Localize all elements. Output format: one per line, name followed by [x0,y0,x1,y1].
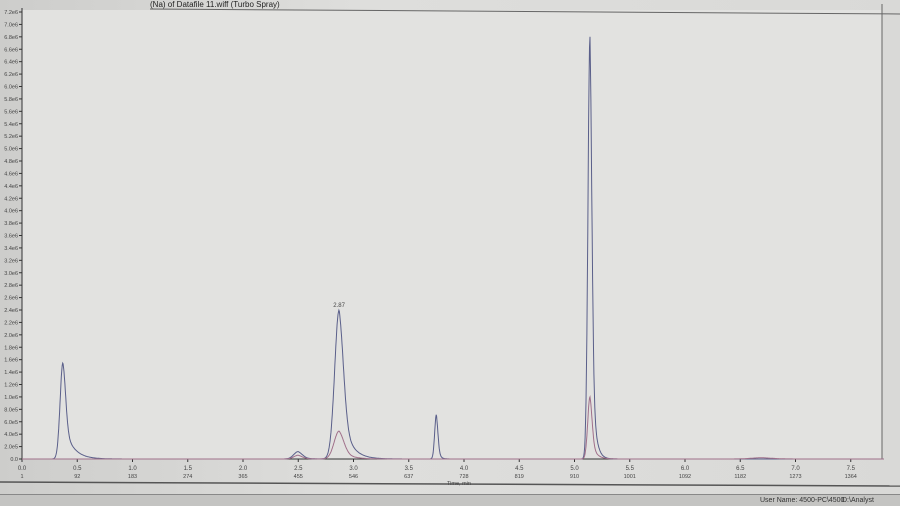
x-tick-label: 2.5 [294,466,303,472]
x-tick-label: 0.0 [18,466,27,472]
y-tick-label: 2.8e6 [4,283,18,289]
y-tick-label: 6.2e6 [4,72,18,78]
y-tick-label: 1.4e6 [4,370,18,376]
y-tick-label: 4.0e6 [4,209,18,215]
y-tick-label: 6.4e6 [4,60,18,66]
scan-tick-label: 365 [238,474,247,480]
y-tick-label: 3.8e6 [4,221,18,227]
y-tick-label: 1.6e6 [4,358,18,364]
y-tick-label: 5.2e6 [4,134,18,140]
x-tick-label: 3.0 [349,466,358,472]
scan-tick-label: 1273 [789,474,801,480]
y-tick-label: 4.0e5 [4,432,18,438]
x-tick-label: 5.0 [570,466,579,472]
x-tick-label: 7.0 [791,466,800,472]
x-tick-label: 6.0 [681,466,690,472]
y-tick-label: 2.4e6 [4,308,18,314]
y-tick-label: 8.0e5 [4,407,18,413]
plot-area [22,10,882,459]
y-tick-label: 6.0e6 [4,85,18,91]
scan-tick-label: 1092 [679,474,691,480]
y-tick-label: 5.4e6 [4,122,18,128]
x-axis-title: Time, min [447,481,471,487]
scan-tick-label: 183 [128,474,137,480]
y-tick-label: 4.4e6 [4,184,18,190]
y-tick-label: 3.0e6 [4,271,18,277]
scan-tick-label: 728 [459,474,468,480]
y-tick-label: 4.2e6 [4,196,18,202]
y-tick-label: 6.8e6 [4,35,18,41]
y-tick-label: 2.0e5 [4,445,18,451]
y-tick-label: 2.6e6 [4,296,18,302]
y-tick-label: 4.6e6 [4,171,18,177]
y-tick-label: 5.0e6 [4,147,18,153]
y-tick-label: 4.8e6 [4,159,18,165]
status-path: D:\Analyst [842,497,874,504]
x-tick-label: 3.5 [405,466,414,472]
x-tick-label: 7.5 [847,466,856,472]
status-bar: User Name: 4500-PC\4500 D:\Analyst [0,494,900,506]
scan-tick-label: 910 [570,474,579,480]
y-tick-label: 3.2e6 [4,258,18,264]
scan-tick-label: 1 [20,474,23,480]
scan-tick-label: 546 [349,474,358,480]
y-tick-label: 2.0e6 [4,333,18,339]
y-tick-label: 1.8e6 [4,345,18,351]
y-tick-label: 1.2e6 [4,383,18,389]
chart-title: (Na) of Datafile 11.wiff (Turbo Spray) [150,0,280,9]
y-tick-label: 6.0e5 [4,420,18,426]
x-tick-label: 6.5 [736,466,745,472]
y-tick-label: 3.4e6 [4,246,18,252]
scan-tick-label: 92 [74,474,80,480]
scan-tick-label: 819 [515,474,524,480]
peak-label: 2.87 [333,303,345,309]
y-tick-label: 0.0 [10,457,18,463]
scan-tick-label: 1001 [624,474,636,480]
x-tick-label: 4.5 [515,466,524,472]
y-tick-label: 5.8e6 [4,97,18,103]
y-tick-label: 5.6e6 [4,109,18,115]
scan-tick-label: 637 [404,474,413,480]
x-tick-label: 2.0 [239,466,248,472]
y-tick-label: 7.0e6 [4,22,18,28]
y-tick-label: 2.2e6 [4,320,18,326]
y-tick-label: 1.0e6 [4,395,18,401]
y-tick-label: 6.6e6 [4,47,18,53]
scan-tick-label: 1182 [734,474,746,480]
status-user: User Name: 4500-PC\4500 [760,497,845,504]
x-tick-label: 4.0 [460,466,469,472]
scan-tick-label: 1364 [845,474,857,480]
chromatogram-window: 0.0 2.0e5 4.0e5 6.0e5 8.0e5 1.0e6 1.2e6 1.4e6 1.… [0,0,900,506]
x-tick-label: 1.5 [184,466,193,472]
scan-tick-label: 274 [183,474,192,480]
scan-tick-label: 455 [294,474,303,480]
y-tick-label: 7.2e6 [4,10,18,16]
chromatogram-chart[interactable]: 0.0 2.0e5 4.0e5 6.0e5 8.0e5 1.0e6 1.2e6 1.4e6 1.… [0,0,900,506]
x-tick-label: 1.0 [128,466,137,472]
x-tick-label: 5.5 [626,466,635,472]
x-tick-label: 0.5 [73,466,82,472]
y-tick-label: 3.6e6 [4,234,18,240]
